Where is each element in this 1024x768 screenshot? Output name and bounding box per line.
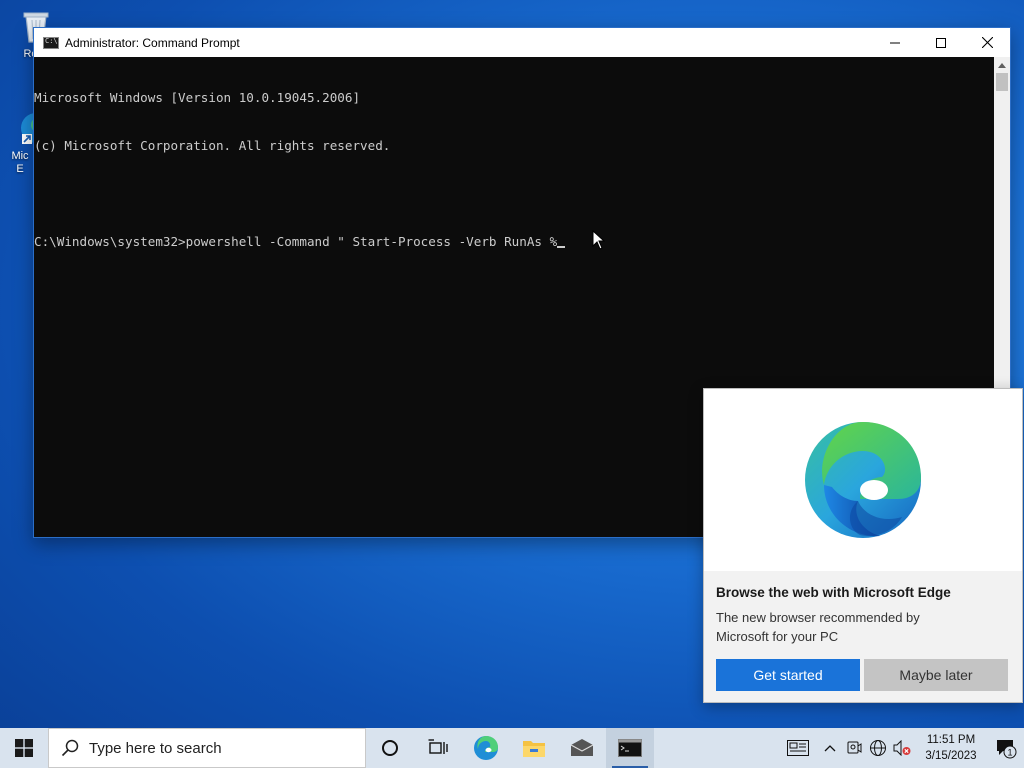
maximize-button[interactable] (918, 28, 964, 57)
window-titlebar[interactable]: Administrator: Command Prompt (34, 28, 1010, 57)
edge-logo-icon (805, 422, 921, 538)
taskbar-clock[interactable]: 11:51 PM 3/15/2023 (914, 732, 988, 764)
search-icon (61, 739, 79, 757)
start-button[interactable] (0, 728, 48, 768)
minimize-icon (890, 42, 900, 43)
window-title: Administrator: Command Prompt (65, 35, 240, 50)
news-icon (787, 740, 809, 756)
task-view-button[interactable] (414, 728, 462, 768)
scrollbar-thumb[interactable] (996, 73, 1008, 91)
network-button[interactable] (866, 728, 890, 768)
console-prompt-line: C:\Windows\system32>powershell -Command … (34, 234, 994, 250)
popup-heading: Browse the web with Microsoft Edge (716, 585, 951, 600)
folder-icon (523, 741, 545, 757)
console-command: C:\Windows\system32>powershell -Command … (34, 234, 558, 249)
minimize-button[interactable] (872, 28, 918, 57)
close-button[interactable] (964, 28, 1010, 57)
taskbar-command-prompt-button[interactable] (606, 728, 654, 768)
search-placeholder: Type here to search (89, 739, 222, 757)
action-center-button[interactable]: 1 (988, 728, 1024, 768)
maybe-later-button[interactable]: Maybe later (864, 659, 1008, 691)
console-line: Microsoft Windows [Version 10.0.19045.20… (34, 90, 361, 105)
clock-time: 11:51 PM (926, 734, 976, 746)
notification-icon: 1 (997, 740, 1017, 759)
task-view-icon (428, 739, 448, 754)
maximize-icon (936, 37, 946, 48)
desktop-icon-label: Mic E (11, 150, 29, 175)
volume-muted-icon (893, 740, 911, 756)
meet-now-icon (847, 741, 862, 754)
edge-promo-popup: Browse the web with Microsoft Edge The n… (703, 388, 1023, 703)
edge-icon (474, 736, 498, 760)
taskbar-file-explorer-button[interactable] (510, 728, 558, 768)
volume-button[interactable] (890, 728, 914, 768)
popup-description: The new browser recommended by Microsoft… (716, 610, 920, 644)
scroll-up-arrow-icon[interactable] (994, 57, 1010, 73)
clock-date: 3/15/2023 (925, 750, 977, 762)
console-line: (c) Microsoft Corporation. All rights re… (34, 138, 391, 153)
taskbar-edge-button[interactable] (462, 728, 510, 768)
taskbar-search-box[interactable]: Type here to search (48, 728, 366, 768)
taskbar-mail-button[interactable] (558, 728, 606, 768)
close-icon (981, 37, 993, 48)
network-globe-icon (870, 740, 886, 756)
get-started-button[interactable]: Get started (716, 659, 860, 691)
notification-count: 1 (1007, 748, 1012, 758)
command-prompt-icon (618, 739, 642, 757)
command-prompt-icon (43, 36, 59, 49)
mail-icon (570, 739, 594, 756)
news-widget-button[interactable] (778, 728, 818, 768)
taskbar: Type here to search 11:51 PM 3/15/2023 1 (0, 728, 1024, 768)
show-hidden-icons-button[interactable] (818, 728, 842, 768)
window-controls (872, 28, 1010, 57)
cortana-button[interactable] (366, 728, 414, 768)
text-cursor (557, 246, 566, 248)
cortana-icon (382, 740, 398, 756)
meet-now-button[interactable] (842, 728, 866, 768)
mouse-pointer-icon (592, 229, 606, 255)
chevron-up-icon (824, 745, 836, 752)
windows-logo-icon (15, 739, 33, 757)
system-tray: 11:51 PM 3/15/2023 1 (778, 728, 1024, 768)
edge-hero (704, 389, 1022, 571)
